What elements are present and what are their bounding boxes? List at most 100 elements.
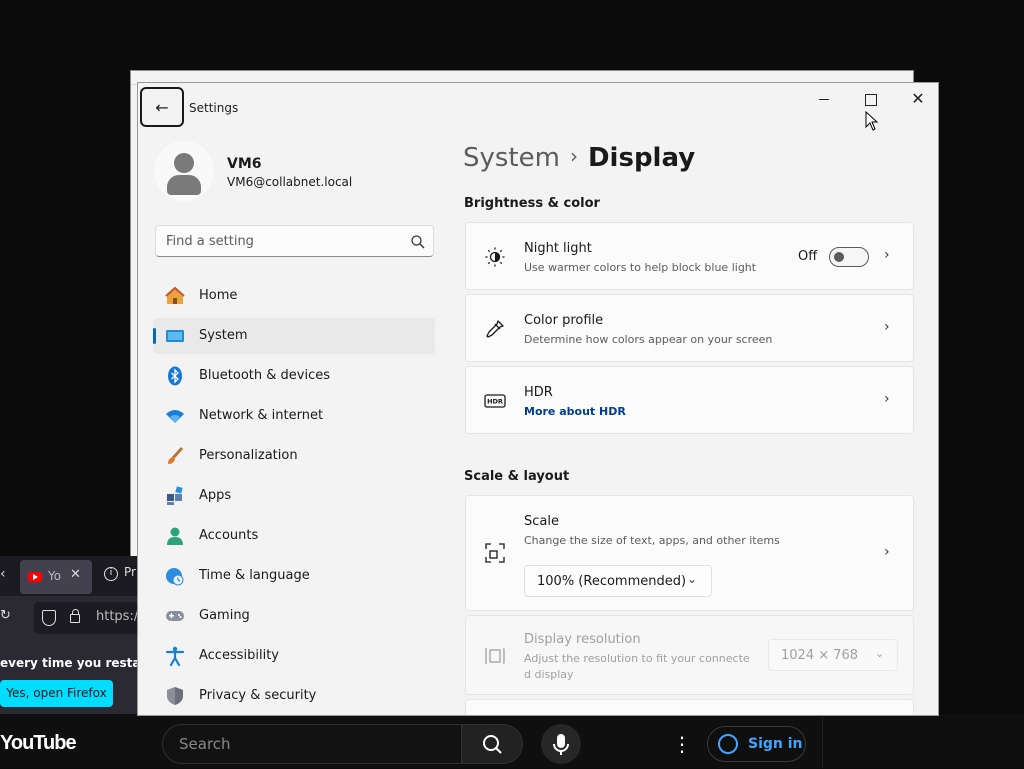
firefox-window: ‹ Yo ✕ i Pr ↻ https:/ every time you res… xyxy=(0,556,172,714)
sidebar-item-home[interactable]: Home xyxy=(153,278,435,314)
breadcrumb-parent[interactable]: System xyxy=(463,143,560,173)
search-placeholder: Search xyxy=(179,735,231,753)
sidebar-item-network[interactable]: Network & internet xyxy=(153,398,435,434)
sidebar-item-personalization[interactable]: Personalization xyxy=(153,438,435,474)
youtube-search-input[interactable]: Search xyxy=(162,724,462,764)
back-arrow-icon: ← xyxy=(155,97,169,117)
color-profile-card[interactable]: Color profile Determine how colors appea… xyxy=(465,294,914,362)
night-light-title: Night light xyxy=(524,241,592,256)
display-resolution-title: Display resolution xyxy=(524,632,641,647)
tab-scroll-left-icon[interactable]: ‹ xyxy=(0,566,10,582)
system-icon xyxy=(166,330,184,342)
microphone-icon xyxy=(553,734,569,755)
sidebar-item-label: Time & language xyxy=(199,568,310,583)
brush-icon xyxy=(168,446,184,464)
svg-text:HDR: HDR xyxy=(487,398,503,406)
accounts-icon xyxy=(167,527,183,545)
sidebar-item-label: Gaming xyxy=(199,608,250,623)
night-light-toggle-label: Off xyxy=(798,249,818,264)
breadcrumb: System › Display xyxy=(463,143,695,173)
sidebar-item-system[interactable]: System xyxy=(153,318,435,354)
firefox-tab-youtube[interactable]: Yo ✕ xyxy=(20,560,92,594)
globe-clock-icon xyxy=(166,568,184,586)
color-profile-title: Color profile xyxy=(524,313,604,328)
sidebar-item-bluetooth[interactable]: Bluetooth & devices xyxy=(153,358,435,394)
eyedropper-icon xyxy=(486,320,504,338)
info-icon[interactable]: i xyxy=(104,567,118,581)
night-light-card[interactable]: Night light Use warmer colors to help bl… xyxy=(465,222,914,290)
more-about-hdr-link[interactable]: More about HDR xyxy=(524,405,626,418)
night-light-subtitle: Use warmer colors to help block blue lig… xyxy=(524,261,757,274)
wifi-icon xyxy=(166,410,184,423)
sidebar-item-apps[interactable]: Apps xyxy=(153,478,435,514)
sidebar-item-label: Accessibility xyxy=(199,648,279,663)
reload-icon[interactable]: ↻ xyxy=(0,608,11,623)
search-icon[interactable] xyxy=(410,234,426,250)
search-icon xyxy=(483,735,502,754)
sign-in-button[interactable]: Sign in xyxy=(707,726,806,762)
night-light-toggle[interactable] xyxy=(829,247,869,267)
scale-dropdown-value: 100% (Recommended) xyxy=(537,574,687,589)
chevron-right-icon[interactable]: › xyxy=(884,247,890,263)
active-indicator xyxy=(153,328,156,344)
more-options-icon[interactable]: ⋮ xyxy=(672,732,692,756)
scale-dropdown[interactable]: 100% (Recommended) ⌄ xyxy=(524,565,712,597)
youtube-search-button[interactable] xyxy=(461,724,523,764)
account-icon xyxy=(718,734,738,754)
lock-icon[interactable] xyxy=(70,609,80,623)
next-setting-card[interactable] xyxy=(465,699,914,715)
scale-card: Scale Change the size of text, apps, and… xyxy=(465,495,914,611)
scale-subtitle: Change the size of text, apps, and other… xyxy=(524,534,780,547)
mouse-cursor-icon xyxy=(865,111,879,131)
sidebar-item-privacy[interactable]: Privacy & security xyxy=(153,678,435,714)
chevron-down-icon: ⌄ xyxy=(687,572,698,586)
youtube-favicon-icon xyxy=(28,572,42,582)
sidebar-item-accounts[interactable]: Accounts xyxy=(153,518,435,554)
display-resolution-subtitle-1: Adjust the resolution to fit your connec… xyxy=(524,652,750,665)
avatar[interactable] xyxy=(154,141,214,201)
url-text[interactable]: https:/ xyxy=(96,609,138,624)
sign-in-label: Sign in xyxy=(748,736,803,752)
close-tab-icon[interactable]: ✕ xyxy=(70,567,81,582)
firefox-nav-bar: ↻ https:/ xyxy=(0,596,144,640)
sidebar-item-label: Personalization xyxy=(199,448,298,463)
chevron-right-icon[interactable]: › xyxy=(884,391,890,407)
user-name: VM6 xyxy=(227,156,262,172)
youtube-logo[interactable]: YouTube xyxy=(0,732,77,755)
sidebar-item-label: Bluetooth & devices xyxy=(199,368,330,383)
sidebar-item-label: Privacy & security xyxy=(199,688,317,703)
chevron-right-icon: › xyxy=(569,144,578,168)
sidebar-nav: Home System Bluetooth & devices Network … xyxy=(153,278,435,715)
close-button[interactable]: ✕ xyxy=(898,89,938,115)
find-setting-input[interactable]: Find a setting xyxy=(155,225,434,257)
shield-icon[interactable] xyxy=(42,610,56,626)
sidebar-item-accessibility[interactable]: Accessibility xyxy=(153,638,435,674)
chevron-right-icon[interactable]: › xyxy=(884,319,890,335)
resolution-dropdown-value: 1024 × 768 xyxy=(781,648,859,663)
bluetooth-icon xyxy=(168,366,182,386)
scale-title: Scale xyxy=(524,514,559,529)
display-resolution-subtitle-2: d display xyxy=(524,668,574,681)
settings-window: ← Settings ✕ VM6 VM6@collabnet.local Fin… xyxy=(137,82,939,716)
url-bar[interactable]: https:/ xyxy=(34,602,144,634)
resolution-dropdown[interactable]: 1024 × 768 ⌄ xyxy=(768,639,898,671)
home-icon xyxy=(165,286,185,304)
sidebar-item-gaming[interactable]: Gaming xyxy=(153,598,435,634)
open-firefox-button[interactable]: Yes, open Firefox xyxy=(0,680,113,707)
display-resolution-card: Display resolution Adjust the resolution… xyxy=(465,615,914,695)
hdr-title: HDR xyxy=(524,385,553,400)
close-icon: ✕ xyxy=(911,89,925,108)
divider xyxy=(822,714,823,768)
gamepad-icon xyxy=(166,611,184,621)
resolution-icon xyxy=(485,648,505,664)
section-title-brightness: Brightness & color xyxy=(464,196,600,211)
sidebar-item-time-language[interactable]: Time & language xyxy=(153,558,435,594)
chevron-right-icon[interactable]: › xyxy=(884,544,890,560)
firefox-tab-label-2[interactable]: Pr xyxy=(124,565,136,579)
hdr-icon: HDR xyxy=(484,394,506,408)
hdr-card[interactable]: HDR HDR More about HDR › xyxy=(465,366,914,434)
apps-icon xyxy=(167,486,183,505)
minimize-button[interactable] xyxy=(808,83,848,115)
voice-search-button[interactable] xyxy=(541,724,581,764)
back-button[interactable]: ← xyxy=(140,87,184,127)
